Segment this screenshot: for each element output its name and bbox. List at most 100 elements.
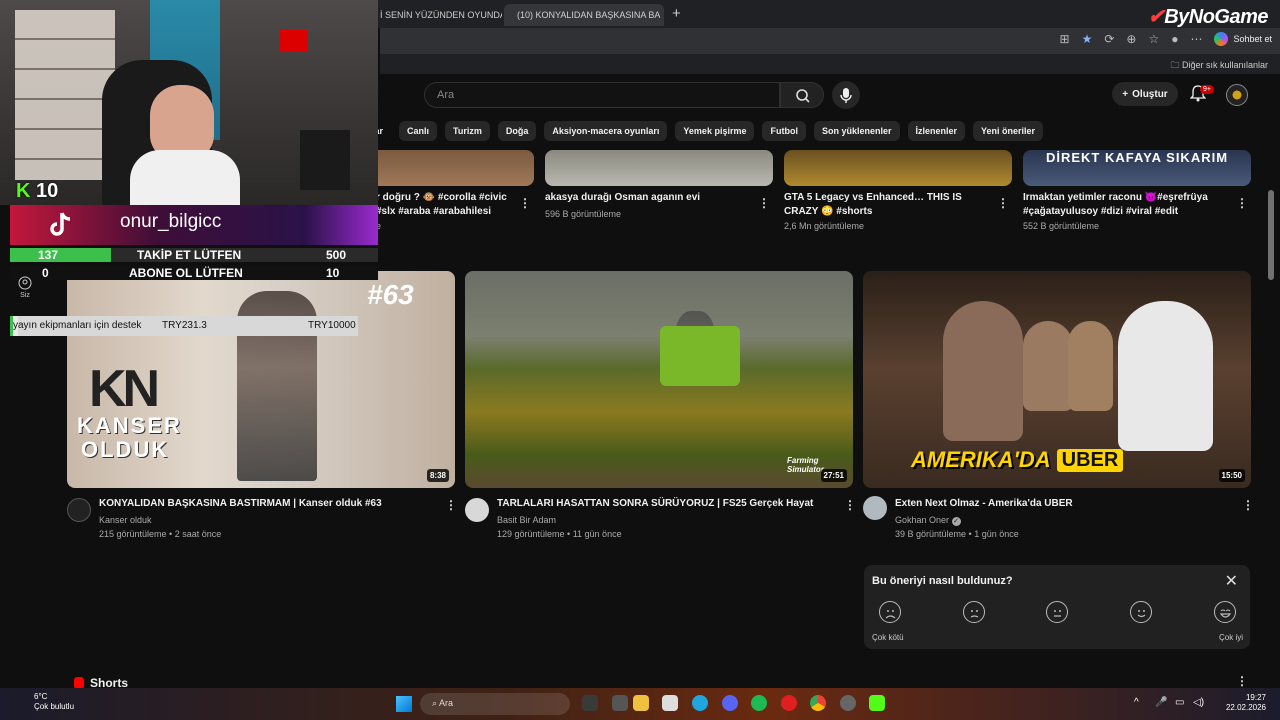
new-tab-icon[interactable]: +	[672, 5, 681, 22]
user-circle-icon	[18, 276, 32, 290]
discord-icon[interactable]	[722, 695, 738, 711]
microphone-tray-icon[interactable]: 🎤	[1155, 697, 1167, 708]
spotify-icon[interactable]	[751, 695, 767, 711]
neutral-face-icon[interactable]	[1046, 601, 1068, 623]
streamer-shirt	[130, 150, 240, 205]
follow-goal-row: 137 TAKİP ET LÜTFEN 500	[10, 248, 378, 262]
video-title-line2[interactable]: #slx #araba #arabahilesi	[376, 205, 516, 219]
favorites-icon[interactable]: ☆	[1148, 32, 1159, 46]
account-avatar[interactable]	[1226, 84, 1248, 106]
bynogame-watermark: ✔ByNoGame	[1147, 6, 1269, 28]
more-actions-icon[interactable]: ⋮	[758, 196, 770, 210]
notification-count-badge: 9+	[1200, 85, 1214, 94]
chip[interactable]: İzlenenler	[907, 121, 966, 141]
video-title-line2[interactable]: #çağatayulusoy #dizi #viral #edit	[1023, 205, 1233, 219]
bad-face-icon[interactable]	[963, 601, 985, 623]
video-title[interactable]: r doğru ? 🐵 #corolla #civic	[376, 191, 516, 205]
channel-avatar[interactable]	[863, 496, 887, 520]
network-icon[interactable]: ▭	[1175, 697, 1184, 708]
profile-icon[interactable]: ●	[1171, 32, 1178, 46]
chrome-icon[interactable]	[810, 695, 826, 711]
video-title[interactable]: Exten Next Olmaz - Amerika'da UBER	[895, 497, 1240, 511]
windows-start-icon[interactable]	[396, 696, 412, 712]
copilot-icon	[1214, 32, 1229, 46]
video-title[interactable]: akasya durağı Osman aganın evi	[545, 191, 755, 205]
sub-goal: 10	[326, 266, 340, 280]
video-title-line2[interactable]: CRAZY 😳 #shorts	[784, 205, 994, 219]
channel-avatar[interactable]	[67, 498, 91, 522]
taskbar-search[interactable]: ⌕ Ara	[420, 693, 570, 715]
task-view-icon[interactable]	[582, 695, 598, 711]
favorite-star-icon[interactable]: ★	[1082, 32, 1093, 46]
video-thumbnail[interactable]: DİREKT KAFAYA SIKARIM	[1023, 150, 1251, 186]
video-thumbnail[interactable]: AMERIKA'DA UBER 15:50	[863, 271, 1251, 488]
more-actions-icon[interactable]: ⋮	[1242, 498, 1254, 512]
voice-search-button[interactable]	[832, 81, 860, 109]
widgets-icon[interactable]	[612, 695, 628, 711]
video-title[interactable]: KONYALIDAN BAŞKASINA BASTIRMAM | Kanser …	[99, 497, 444, 511]
video-thumbnail[interactable]	[545, 150, 773, 186]
follow-current: 137	[38, 248, 59, 262]
address-bar[interactable]: ⊞ ★ ⟳ ⊕ ☆ ● ⋯ Sohbet et	[380, 28, 1280, 54]
extensions-icon[interactable]: ⟳	[1104, 32, 1114, 46]
edge-icon[interactable]	[692, 695, 708, 711]
video-duration: 27:51	[820, 469, 847, 482]
clock[interactable]: 19:27 22.02.2026	[1226, 693, 1266, 713]
tab-title: İ SENİN YÜZÜNDEN OYUNDA |	[380, 10, 502, 20]
channel-name[interactable]: Basit Bir Adam	[497, 513, 842, 527]
thumbnail-caption: DİREKT KAFAYA SIKARIM	[1045, 150, 1229, 165]
channel-name[interactable]: Gokhan Oner ✓	[895, 513, 1240, 527]
video-title[interactable]: Irmaktan yetimler raconu 😈#eşrefrüya	[1023, 191, 1233, 205]
chip[interactable]: Turizm	[445, 121, 490, 141]
more-actions-icon[interactable]: ⋮	[997, 196, 1009, 210]
store-icon[interactable]	[662, 695, 678, 711]
search-button[interactable]	[780, 82, 824, 108]
scrollbar-thumb[interactable]	[1268, 190, 1274, 280]
browser-tab-active[interactable]: (10) KONYALIDAN BAŞKASINA BA ×	[504, 4, 664, 26]
more-icon[interactable]: ⋯	[1190, 32, 1202, 46]
chip[interactable]: Canlı	[399, 121, 438, 141]
more-actions-icon[interactable]: ⋮	[1236, 674, 1248, 688]
video-meta: 215 görüntüleme • 2 saat önce	[99, 529, 222, 539]
file-explorer-icon[interactable]	[633, 695, 649, 711]
very-good-face-icon[interactable]	[1214, 601, 1236, 623]
sub-goal-row: 0 ABONE OL LÜTFEN 10	[10, 266, 378, 280]
more-actions-icon[interactable]: ⋮	[519, 196, 531, 210]
channel-avatar[interactable]	[465, 498, 489, 522]
weather-widget[interactable]: 6°C Çok bulutlu	[14, 692, 74, 712]
opera-icon[interactable]	[781, 695, 797, 711]
more-actions-icon[interactable]: ⋮	[844, 498, 856, 512]
chip[interactable]: Futbol	[762, 121, 806, 141]
more-actions-icon[interactable]: ⋮	[1236, 196, 1248, 210]
chip[interactable]: Son yüklenenler	[813, 121, 900, 141]
sidebar-you[interactable]: Siz	[18, 276, 32, 299]
browser-tab[interactable]: İ SENİN YÜZÜNDEN OYUNDA | ×	[372, 4, 502, 26]
other-bookmarks[interactable]: 🗀 Diğer sık kullanılanlar	[1170, 58, 1268, 74]
search-input[interactable]: Ara	[424, 82, 780, 108]
tray-chevron-icon[interactable]: ^	[1134, 697, 1139, 708]
create-button[interactable]: + Oluştur	[1112, 82, 1178, 106]
video-thumbnail[interactable]: #63 KN KANSER OLDUK 8:38	[67, 271, 455, 488]
channel-name[interactable]: Kanser olduk	[99, 513, 444, 527]
feedback-question: Bu öneriyi nasıl buldunuz?	[872, 575, 1013, 587]
obs-icon[interactable]	[840, 695, 856, 711]
windows-taskbar: 6°C Çok bulutlu ⌕ Ara ^ 🎤 ▭ ◁) 19:27 22.…	[0, 688, 1280, 720]
volume-icon[interactable]: ◁)	[1193, 697, 1204, 708]
kick-app-icon[interactable]	[869, 695, 885, 711]
good-face-icon[interactable]	[1130, 601, 1152, 623]
video-thumbnail[interactable]: Farming Simulator 27:51	[465, 271, 853, 488]
chip[interactable]: Yeni öneriler	[973, 121, 1044, 141]
very-bad-face-icon[interactable]	[879, 601, 901, 623]
copilot-chat-button[interactable]: Sohbet et	[1214, 32, 1272, 46]
read-mode-icon[interactable]: ⊞	[1060, 32, 1070, 46]
chip[interactable]: Aksiyon-macera oyunları	[544, 121, 668, 141]
chip[interactable]: Yemek pişirme	[675, 121, 755, 141]
video-title[interactable]: TARLALARI HASATTAN SONRA SÜRÜYORUZ | FS2…	[497, 497, 842, 511]
tab-title: (10) KONYALIDAN BAŞKASINA BA	[517, 10, 661, 20]
video-thumbnail[interactable]	[784, 150, 1012, 186]
close-icon[interactable]: ✕	[1225, 571, 1238, 591]
collections-icon[interactable]: ⊕	[1126, 32, 1136, 46]
more-actions-icon[interactable]: ⋮	[445, 498, 457, 512]
video-title[interactable]: GTA 5 Legacy vs Enhanced… THIS IS	[784, 191, 994, 205]
chip[interactable]: Doğa	[497, 121, 537, 141]
